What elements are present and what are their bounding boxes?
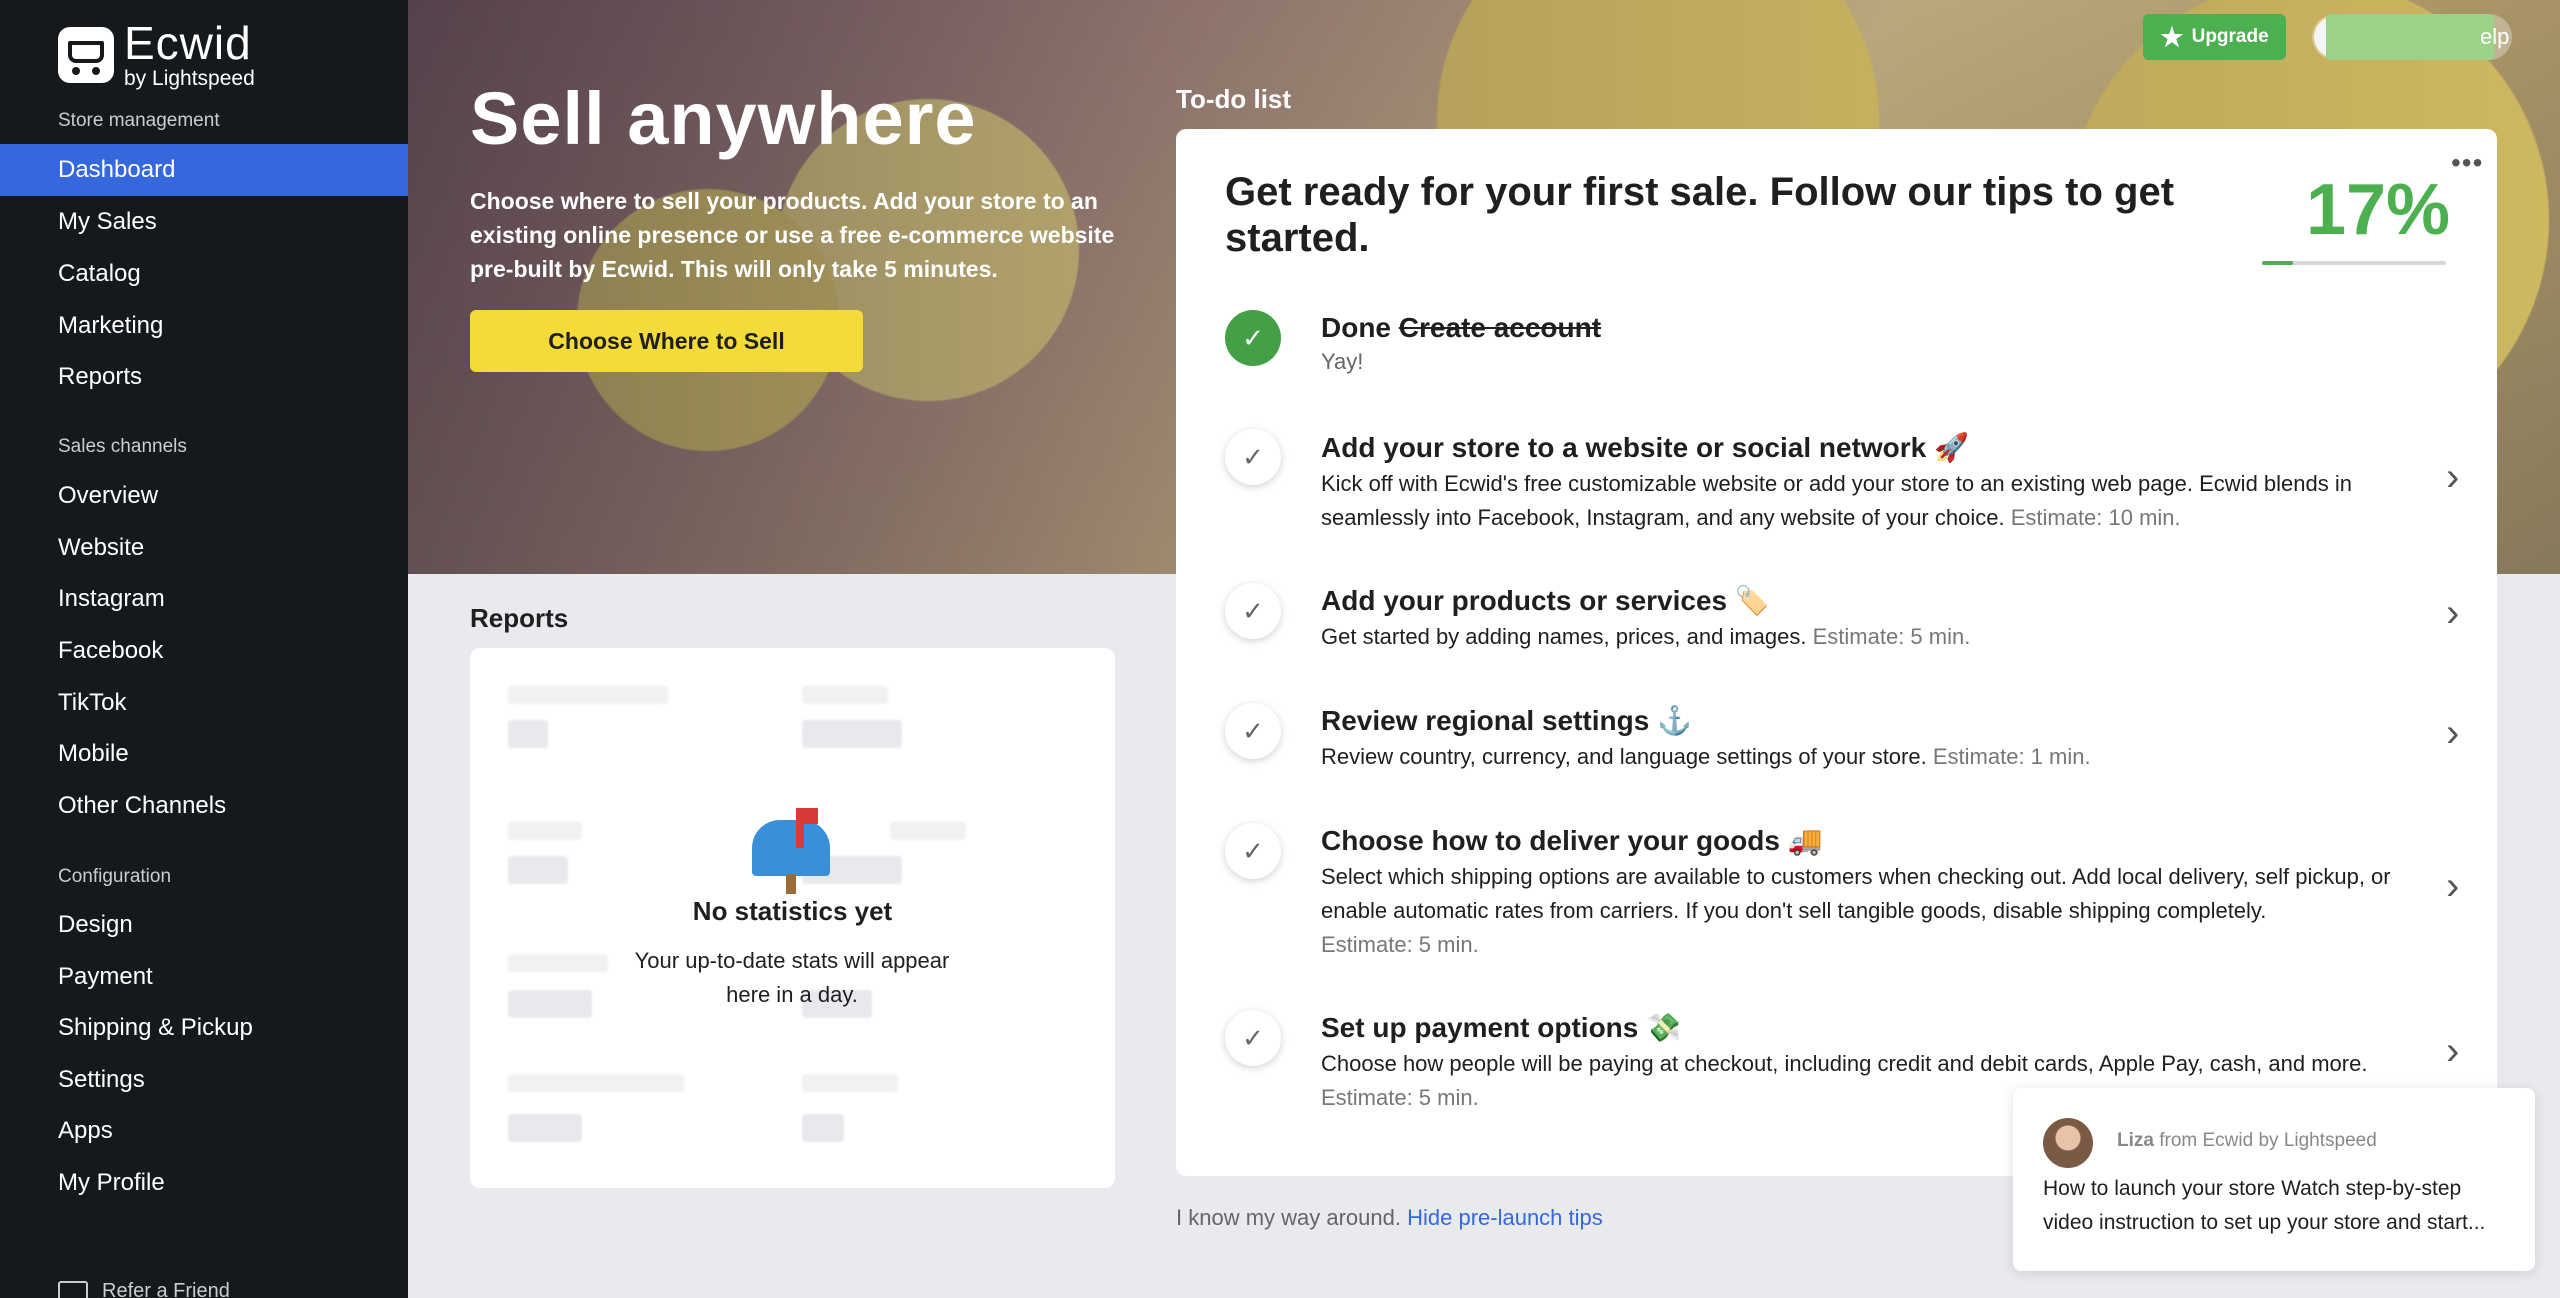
task-desc-text: Review country, currency, and language s…: [1321, 744, 1927, 769]
prelaunch-footer: I know my way around. Hide pre-launch ti…: [1176, 1205, 1603, 1231]
sidebar-item-instagram[interactable]: Instagram: [0, 573, 408, 625]
task-desc-text: Choose how people will be paying at chec…: [1321, 1051, 2368, 1076]
check-icon: ✓: [1225, 429, 1281, 485]
sidebar-item-website[interactable]: Website: [0, 522, 408, 574]
avatar: [2043, 1118, 2093, 1168]
sidebar-item-overview[interactable]: Overview: [0, 470, 408, 522]
cart-logo-icon: [58, 26, 114, 83]
todo-heading: Get ready for your first sale. Follow ou…: [1225, 170, 2175, 260]
task-estimate: Estimate: 5 min.: [1321, 932, 1479, 957]
no-statistics-subtitle: Your up-to-date stats will appear here i…: [634, 948, 950, 1007]
sidebar-item-dashboard[interactable]: Dashboard: [0, 144, 408, 196]
task-desc-yay: Yay!: [1321, 349, 1364, 374]
sidebar-item-reports[interactable]: Reports: [0, 351, 408, 403]
progress-fill: [2262, 261, 2294, 265]
sidebar-item-settings[interactable]: Settings: [0, 1054, 408, 1106]
hide-prelaunch-tips-link[interactable]: Hide pre-launch tips: [1407, 1205, 1603, 1230]
progress-bar: [2262, 261, 2446, 265]
task-estimate: Estimate: 10 min.: [2010, 505, 2181, 530]
sidebar-item-tiktok[interactable]: TikTok: [0, 677, 408, 729]
chevron-right-icon[interactable]: ›: [2446, 1029, 2459, 1074]
task-desc-text: Get started by adding names, prices, and…: [1321, 624, 1807, 649]
check-icon: ✓: [1225, 703, 1281, 759]
task-desc-website: Kick off with Ecwid's free customizable …: [1321, 467, 2411, 535]
chat-sender-name: Liza: [2117, 1130, 2154, 1151]
sidebar-item-mobile[interactable]: Mobile: [0, 728, 408, 780]
check-done-icon: ✓: [1225, 310, 1281, 366]
chevron-right-icon[interactable]: ›: [2446, 455, 2459, 500]
section-sales-channels: Sales channels: [58, 436, 187, 457]
task-title-regional[interactable]: Review regional settings ⚓: [1321, 704, 1692, 737]
task-desc-text: Kick off with Ecwid's free customizable …: [1321, 471, 2352, 530]
sidebar-item-apps[interactable]: Apps: [0, 1105, 408, 1157]
sidebar-item-refer[interactable]: Refer a Friend: [58, 1280, 230, 1298]
task-title-shipping[interactable]: Choose how to deliver your goods 🚚: [1321, 824, 1823, 857]
upgrade-label: Upgrade: [2191, 26, 2269, 47]
help-button[interactable]: elp: [2312, 14, 2512, 60]
chat-message: How to launch your store Watch step-by-s…: [2043, 1177, 2486, 1234]
help-highlight: [2326, 14, 2494, 60]
section-configuration: Configuration: [58, 866, 172, 887]
no-statistics-title: No statistics yet: [692, 896, 893, 926]
check-icon: ✓: [1225, 1010, 1281, 1066]
mailbox-icon: [752, 808, 830, 894]
task-estimate: Estimate: 5 min.: [1321, 1085, 1479, 1110]
chat-sender: Liza from Ecwid by Lightspeed: [2117, 1130, 2377, 1152]
gift-icon: [58, 1280, 88, 1298]
progress-percent: 17%: [2305, 170, 2451, 250]
sidebar-item-shipping-pickup[interactable]: Shipping & Pickup: [0, 1002, 408, 1054]
task-desc-text: Select which shipping options are availa…: [1321, 864, 2391, 923]
reports-title: Reports: [470, 603, 569, 633]
chevron-right-icon[interactable]: ›: [2446, 864, 2459, 909]
task-title-website[interactable]: Add your store to a website or social ne…: [1321, 431, 1969, 464]
choose-where-to-sell-button[interactable]: Choose Where to Sell: [470, 310, 863, 372]
chat-sender-from: from Ecwid by Lightspeed: [2159, 1130, 2377, 1151]
sidebar-item-facebook[interactable]: Facebook: [0, 625, 408, 677]
chevron-right-icon[interactable]: ›: [2446, 591, 2459, 636]
sidebar-item-payment[interactable]: Payment: [0, 951, 408, 1003]
section-store-management: Store management: [58, 110, 220, 131]
check-icon: ✓: [1225, 823, 1281, 879]
chat-popup[interactable]: Liza from Ecwid by Lightspeed How to lau…: [2013, 1088, 2535, 1271]
hero-title: Sell anywhere: [470, 77, 977, 160]
upgrade-button[interactable]: ★ Upgrade: [2143, 14, 2286, 60]
sidebar-item-other-channels[interactable]: Other Channels: [0, 780, 408, 832]
know-text: I know my way around.: [1176, 1205, 1401, 1230]
sidebar-item-catalog[interactable]: Catalog: [0, 248, 408, 300]
sidebar-item-my-profile[interactable]: My Profile: [0, 1157, 408, 1209]
task-title-products[interactable]: Add your products or services 🏷️: [1321, 584, 1770, 617]
logo-brand: Ecwid: [124, 17, 252, 69]
task-desc-products: Get started by adding names, prices, and…: [1321, 620, 2411, 654]
todo-card: Get ready for your first sale. Follow ou…: [1176, 129, 2497, 1176]
task-title-payment[interactable]: Set up payment options 💸: [1321, 1011, 1681, 1044]
task-estimate: Estimate: 1 min.: [1932, 744, 2091, 769]
task-estimate: Estimate: 5 min.: [1812, 624, 1971, 649]
sidebar: Ecwid by Lightspeed Store management Das…: [0, 0, 408, 1298]
refer-label: Refer a Friend: [102, 1280, 230, 1298]
chevron-right-icon[interactable]: ›: [2446, 711, 2459, 756]
task-strike-title: Create account: [1398, 312, 1602, 343]
star-icon: ★: [2160, 21, 2184, 52]
sidebar-item-design[interactable]: Design: [0, 899, 408, 951]
todo-list-label: To-do list: [1176, 84, 1292, 114]
sidebar-item-my-sales[interactable]: My Sales: [0, 196, 408, 248]
hero-description: Choose where to sell your products. Add …: [470, 188, 1115, 282]
check-icon: ✓: [1225, 583, 1281, 639]
sidebar-item-marketing[interactable]: Marketing: [0, 300, 408, 352]
ecwid-logo[interactable]: Ecwid by Lightspeed: [58, 20, 255, 89]
task-title-create-account[interactable]: Done Create account: [1321, 312, 1601, 344]
task-desc-regional: Review country, currency, and language s…: [1321, 740, 2411, 774]
help-label: elp: [2480, 24, 2510, 49]
logo-by: by Lightspeed: [124, 67, 255, 90]
task-status: Done: [1321, 312, 1391, 343]
task-desc-shipping: Select which shipping options are availa…: [1321, 860, 2411, 962]
